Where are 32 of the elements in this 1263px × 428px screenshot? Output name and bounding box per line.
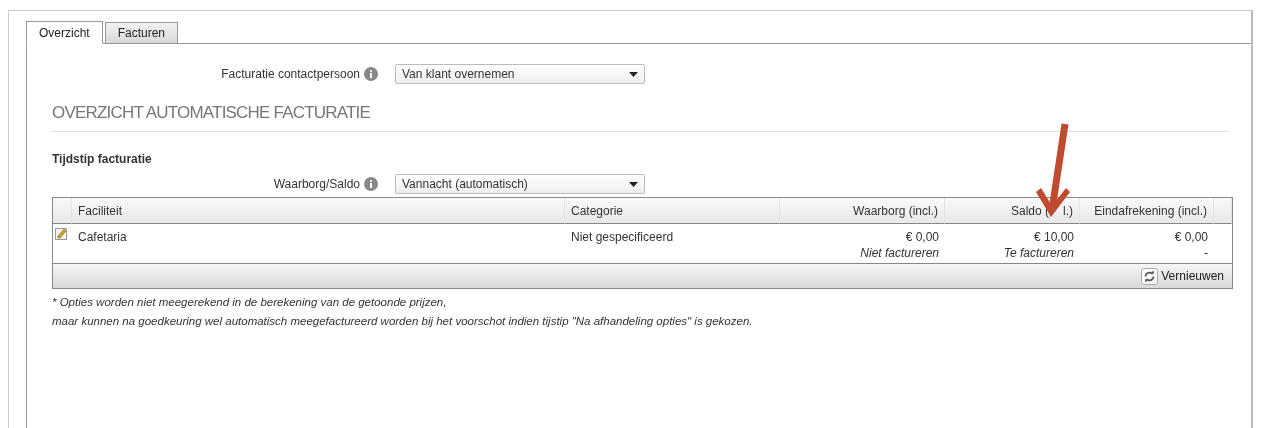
field-label: Waarborg/Saldo [272, 177, 361, 191]
refresh-icon [1141, 267, 1159, 285]
caret-icon [629, 181, 638, 187]
status-text: Niet factureren [860, 245, 939, 261]
status-text: - [1204, 245, 1208, 261]
table-cell: Cafetaria [78, 229, 127, 245]
tab[interactable]: Facturen [104, 22, 179, 43]
subsection-title: Tijdstip facturatie [52, 152, 153, 166]
timing-dropdown[interactable]: Vannacht (automatisch) [395, 174, 645, 194]
footnote-text: maar kunnen na goedkeuring wel automatisch meegefactureerd worden bij het voorschot indien tijstip "Na afhandeling opties" is gekozen. [52, 314, 754, 329]
footnote-text: * Opties worden niet meegerekend in de berekening van de getoonde prijzen, [52, 295, 448, 310]
caret-icon [629, 71, 638, 77]
section-title: OVERZICHT AUTOMATISCHE FACTURATIE [52, 103, 1229, 132]
tab[interactable]: Overzicht [26, 21, 103, 44]
contact-dropdown[interactable]: Van klant overnemen [395, 64, 645, 84]
status-text: Te factureren [1003, 245, 1074, 261]
refresh-button[interactable]: Vernieuwen [1141, 267, 1224, 285]
table-cell: € 10,00 [1033, 229, 1074, 245]
header-cell [53, 198, 72, 224]
column-header: Eindafrekening (incl.) [1080, 198, 1214, 224]
column-header: l.) [1063, 203, 1073, 218]
table-cell: Niet gespecificeerd [571, 229, 674, 245]
edit-icon[interactable] [55, 227, 68, 240]
column-header: Faciliteit [72, 198, 565, 224]
table-cell: € 0,00 [905, 229, 939, 245]
info-icon [364, 67, 378, 81]
header-cell [1214, 198, 1232, 224]
column-header: Waarborg (incl.) [780, 198, 945, 224]
table-cell: € 0,00 [1174, 229, 1208, 245]
column-header: Categorie [565, 198, 780, 224]
info-icon [364, 177, 378, 191]
field-label: Facturatie contactpersoon [220, 67, 361, 81]
